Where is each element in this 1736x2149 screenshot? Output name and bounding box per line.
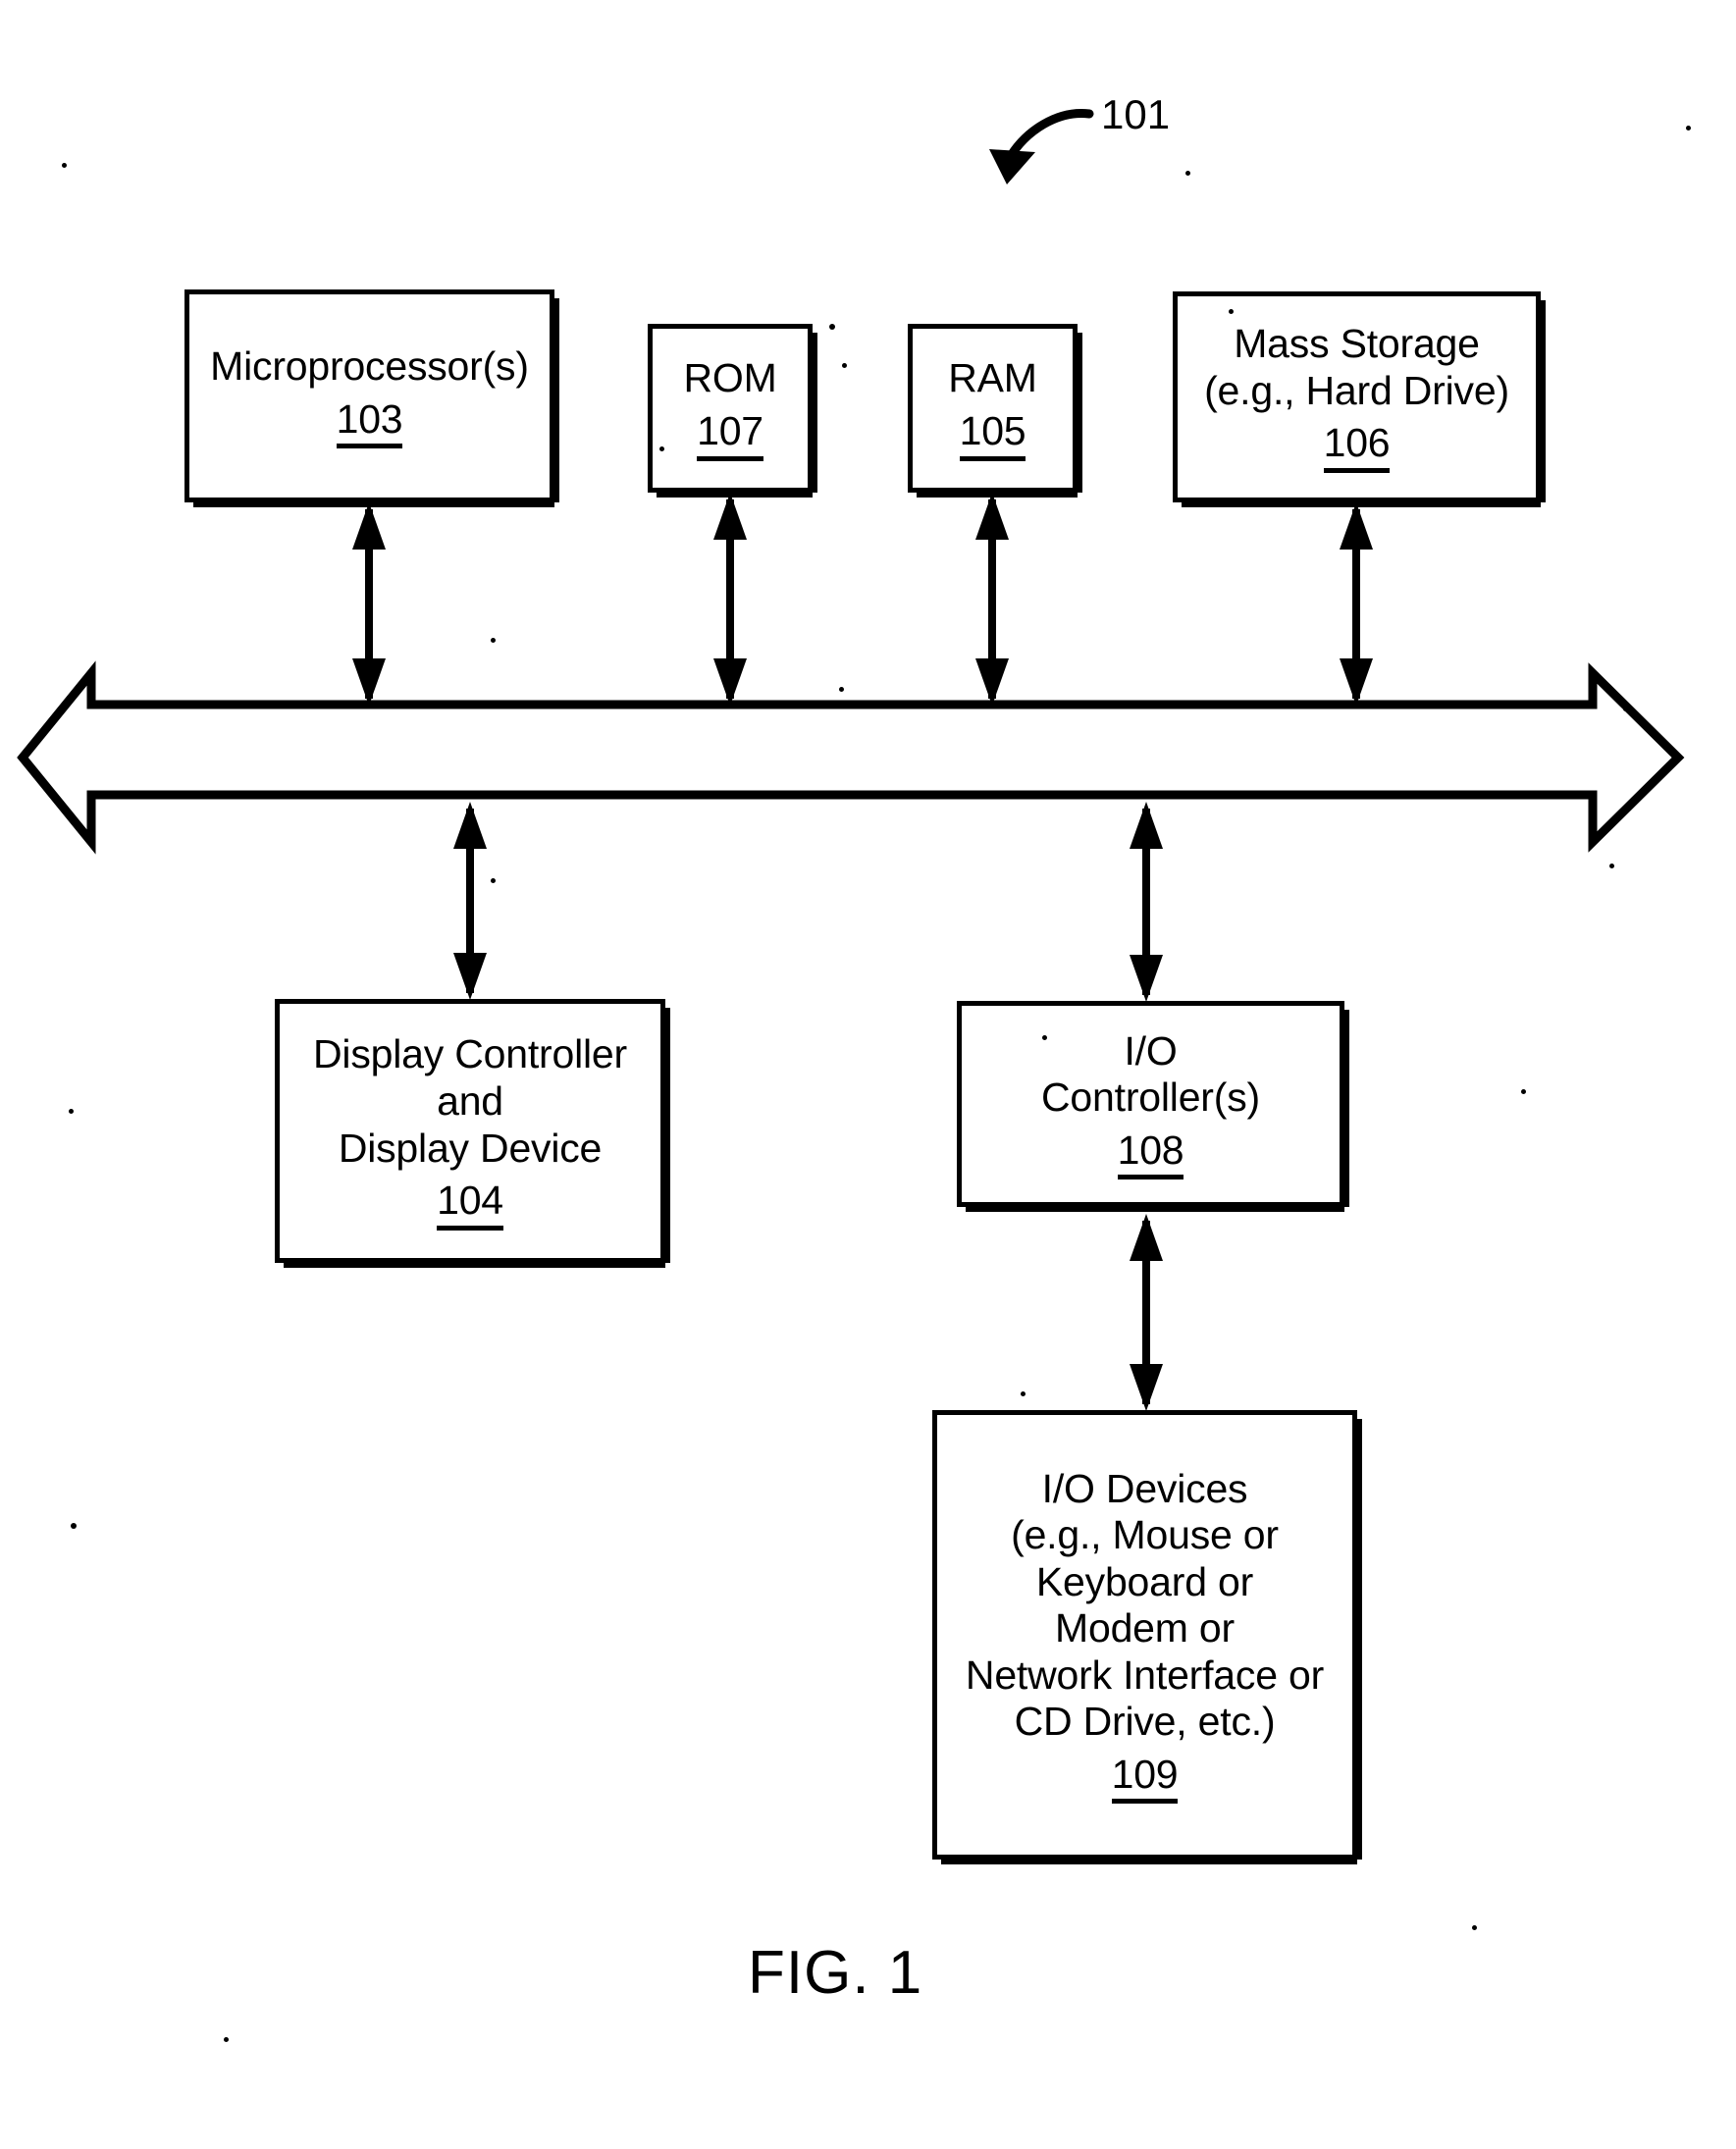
system-reference-label: 101	[1101, 91, 1171, 137]
block-io-controller-line-1: Controller(s)	[1041, 1074, 1260, 1121]
bus-ref: 102	[550, 724, 618, 777]
connector-mass-storage-bus	[1340, 502, 1373, 706]
block-io-devices-line-2: Keyboard or	[1035, 1558, 1254, 1604]
patent-figure: 101 Microprocessor(s) 103 ROM 107 RAM 10…	[0, 0, 1736, 2149]
scan-speck	[1185, 171, 1190, 176]
block-display-controller-line-1: and	[437, 1077, 503, 1124]
scan-speck	[491, 878, 496, 883]
scan-speck	[1521, 1089, 1526, 1094]
block-ram-ref: 105	[959, 408, 1026, 461]
scan-speck	[491, 638, 496, 643]
block-display-controller-ref: 104	[437, 1178, 503, 1231]
bus-label-text: Bus(es)	[400, 724, 540, 769]
block-display-controller-line-0: Display Controller	[313, 1031, 627, 1077]
block-rom-line-0: ROM	[683, 355, 777, 401]
block-io-devices-line-1: (e.g., Mouse or	[1011, 1512, 1279, 1558]
scan-speck	[224, 2037, 229, 2042]
block-microprocessor: Microprocessor(s) 103	[184, 289, 559, 507]
scan-speck	[1042, 1035, 1047, 1040]
scan-speck	[829, 324, 835, 330]
block-rom-ref: 107	[697, 408, 763, 461]
block-io-devices-line-4: Network Interface or	[965, 1651, 1325, 1698]
lead-line-101	[989, 109, 1094, 184]
block-io-controller-ref: 108	[1117, 1127, 1184, 1180]
block-rom: ROM 107	[648, 324, 817, 498]
block-microprocessor-ref: 103	[336, 396, 403, 449]
block-microprocessor-line-0: Microprocessor(s)	[210, 342, 529, 389]
block-mass-storage-line-1: (e.g., Hard Drive)	[1204, 367, 1509, 413]
block-ram: RAM 105	[908, 324, 1082, 498]
connector-ram-bus	[975, 493, 1009, 706]
scan-speck	[842, 363, 847, 368]
scan-speck	[1472, 1925, 1477, 1930]
figure-caption: FIG. 1	[748, 1939, 923, 2007]
scan-speck	[839, 687, 844, 692]
block-io-devices-line-5: CD Drive, etc.)	[1014, 1699, 1276, 1745]
block-io-devices: I/O Devices (e.g., Mouse or Keyboard or …	[932, 1410, 1362, 1864]
block-io-devices-ref: 109	[1111, 1752, 1179, 1805]
block-mass-storage: Mass Storage (e.g., Hard Drive) 106	[1173, 291, 1546, 507]
block-display-controller-line-2: Display Device	[338, 1125, 603, 1171]
block-mass-storage-line-0: Mass Storage	[1234, 321, 1480, 367]
connector-rom-bus	[713, 493, 747, 706]
block-ram-line-0: RAM	[948, 355, 1037, 401]
connector-bus-display-controller	[453, 802, 487, 1000]
scan-speck	[1229, 309, 1234, 314]
bus-arrow	[17, 660, 1685, 855]
bus-label-group: Bus(es) 102	[400, 724, 618, 777]
block-io-devices-line-3: Modem or	[1055, 1605, 1235, 1651]
block-io-devices-line-0: I/O Devices	[1041, 1465, 1248, 1511]
connector-bus-io-controller	[1130, 802, 1163, 1002]
connector-io-controller-io-devices	[1130, 1214, 1163, 1411]
scan-speck	[62, 163, 67, 168]
block-io-controller-line-0: I/O	[1124, 1027, 1178, 1074]
block-display-controller: Display Controller and Display Device 10…	[275, 999, 670, 1268]
scan-speck	[1686, 126, 1691, 131]
scan-speck	[1021, 1391, 1026, 1396]
scan-speck	[1609, 864, 1614, 868]
scan-speck	[659, 446, 664, 451]
scan-speck	[71, 1523, 77, 1529]
connector-microprocessor-bus	[352, 502, 386, 706]
scan-speck	[1623, 707, 1628, 711]
scan-speck	[69, 1109, 74, 1114]
block-io-controller: I/O Controller(s) 108	[957, 1001, 1349, 1212]
block-mass-storage-ref: 106	[1323, 420, 1391, 473]
